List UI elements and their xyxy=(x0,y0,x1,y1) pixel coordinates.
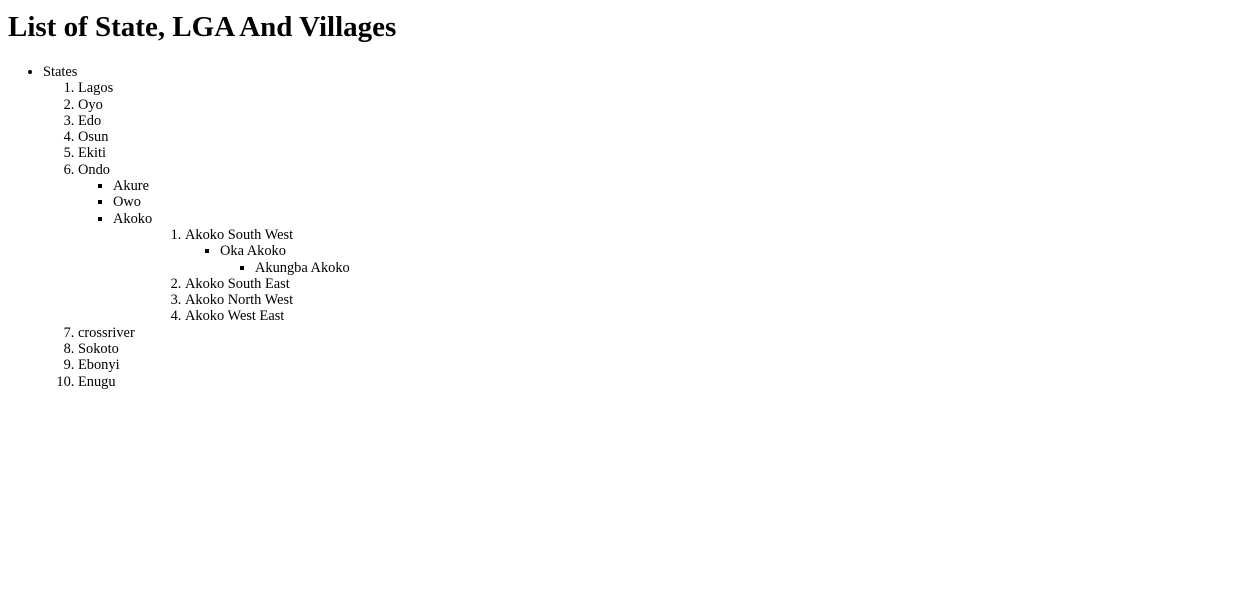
state-item: Enugu xyxy=(78,374,1226,390)
states-label: States xyxy=(43,64,78,80)
state-item-ondo: Ondo Akure Owo Akoko Akoko South West Ok… xyxy=(78,162,1226,325)
lga-item: Akoko North West xyxy=(185,292,1226,308)
lga-item: Akoko West East xyxy=(185,308,1226,324)
state-item: Edo xyxy=(78,113,1226,129)
states-list: Lagos Oyo Edo Osun Ekiti Ondo Akure Owo … xyxy=(43,80,1226,390)
state-item: Ekiti xyxy=(78,145,1226,161)
lga-towns-list: Oka Akoko Akungba Akoko xyxy=(185,243,1226,276)
state-item: Oyo xyxy=(78,97,1226,113)
town-item: Owo xyxy=(113,194,1226,210)
state-item: crossriver xyxy=(78,325,1226,341)
ondo-towns-list: Akure Owo Akoko Akoko South West Oka Ako… xyxy=(78,178,1226,325)
town-item: Akure xyxy=(113,178,1226,194)
root-list: States Lagos Oyo Edo Osun Ekiti Ondo Aku… xyxy=(8,64,1226,390)
village-item: Akungba Akoko xyxy=(255,260,1226,276)
state-item: Sokoto xyxy=(78,341,1226,357)
page-title: List of State, LGA And Villages xyxy=(8,11,397,43)
town-item-akoko: Akoko Akoko South West Oka Akoko Akungba… xyxy=(113,211,1226,325)
list-item-states: States Lagos Oyo Edo Osun Ekiti Ondo Aku… xyxy=(43,64,1226,390)
akoko-lga-list: Akoko South West Oka Akoko Akungba Akoko xyxy=(113,227,1226,325)
town-item: Oka Akoko Akungba Akoko xyxy=(220,243,1226,276)
lga-label: Akoko South West xyxy=(185,226,294,243)
state-item: Ebonyi xyxy=(78,357,1226,373)
lga-item: Akoko South West Oka Akoko Akungba Akoko xyxy=(185,227,1226,276)
state-label: Ondo xyxy=(78,161,110,178)
lga-item: Akoko South East xyxy=(185,276,1226,292)
state-item: Lagos xyxy=(78,80,1226,96)
town-label: Akoko xyxy=(113,210,153,227)
state-item: Osun xyxy=(78,129,1226,145)
villages-list: Akungba Akoko xyxy=(220,260,1226,276)
town-label: Oka Akoko xyxy=(220,243,286,260)
